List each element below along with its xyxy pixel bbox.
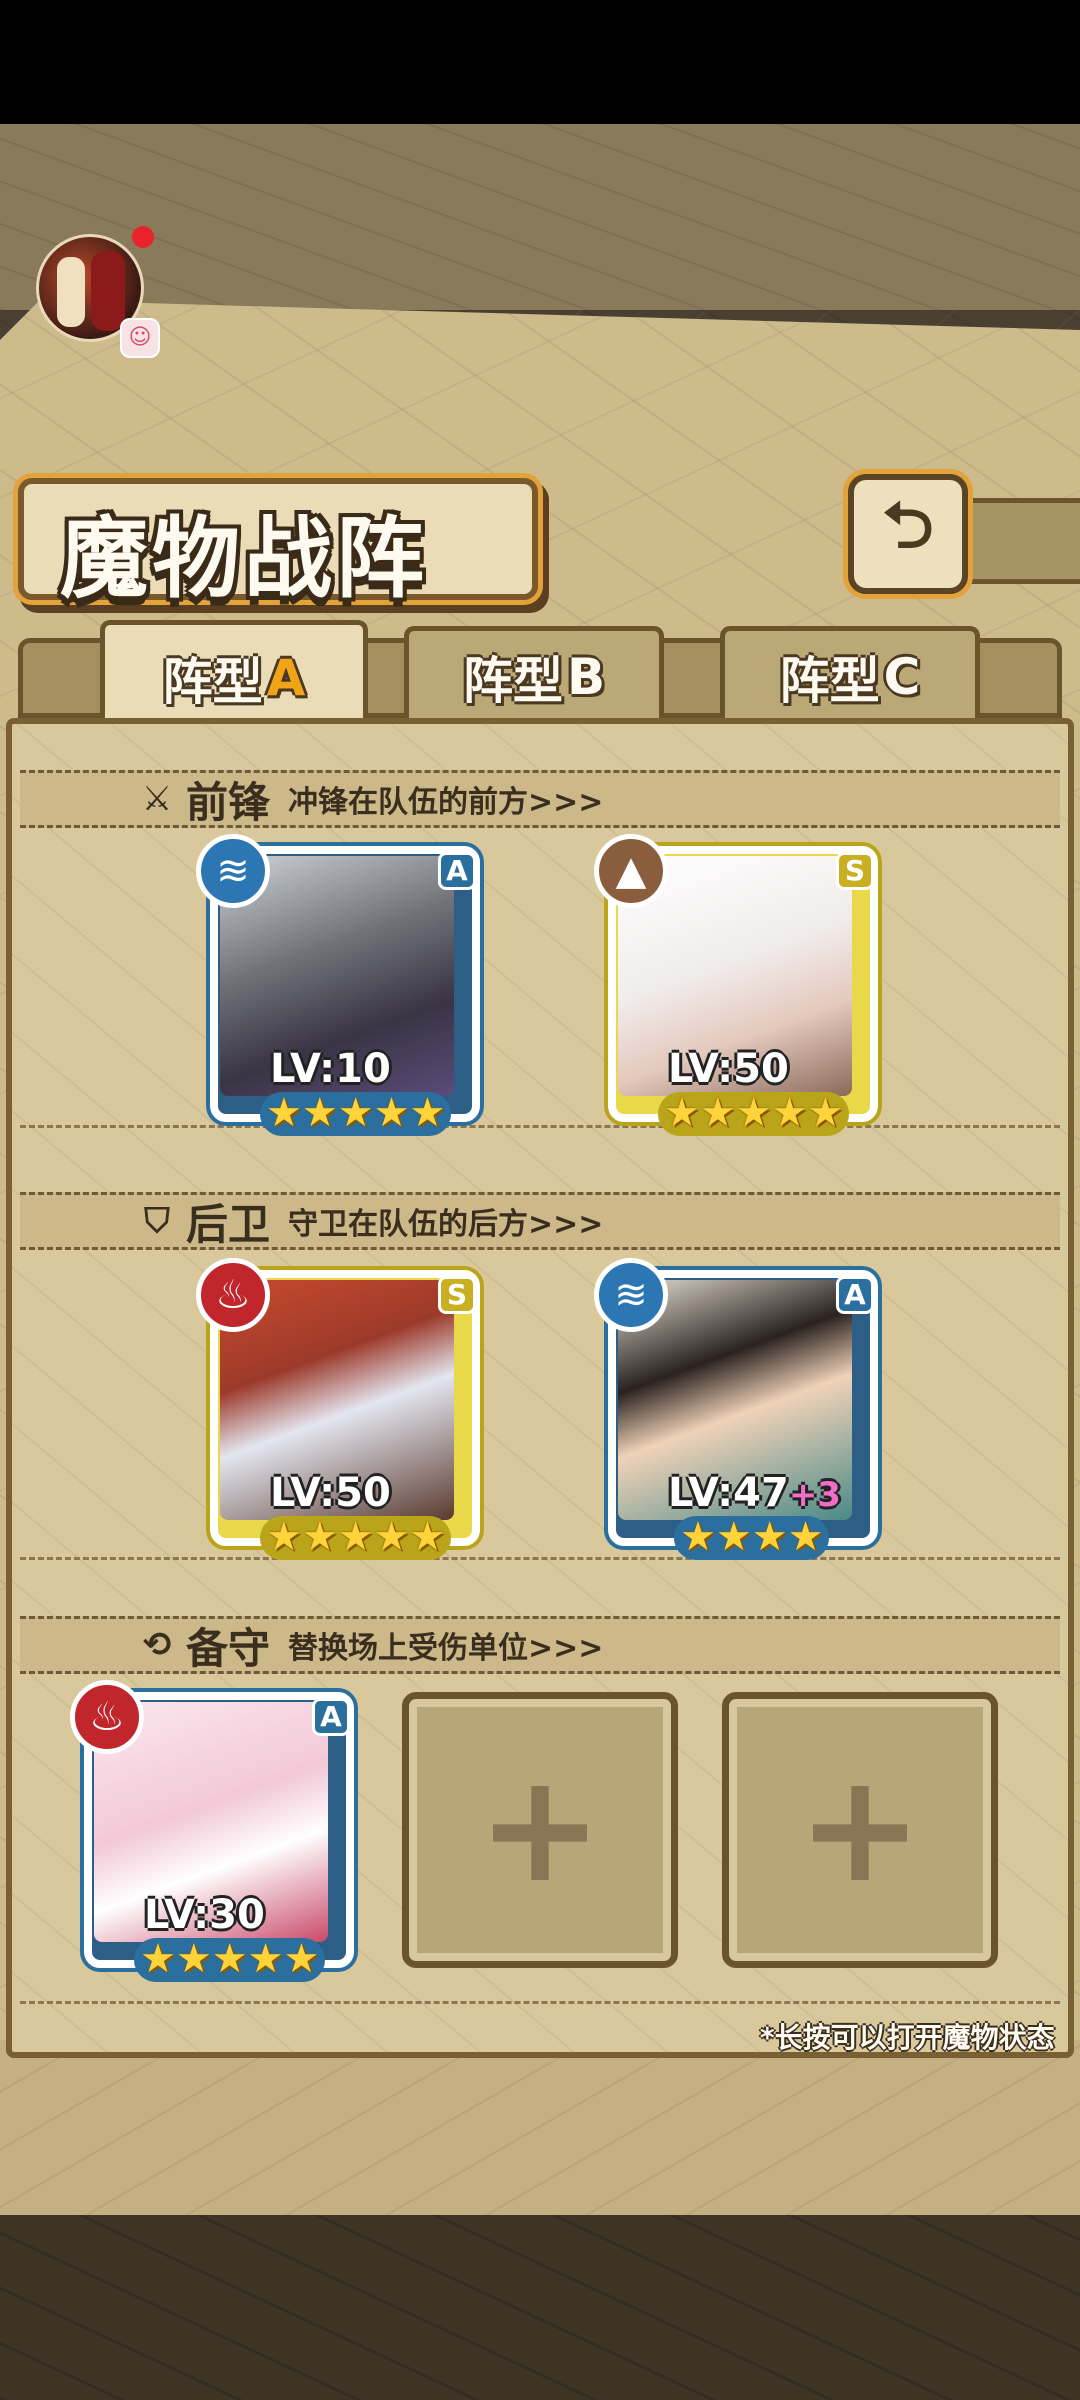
unit-level: LV:47+3 [668,1470,841,1516]
star-icon: ★ [807,1090,844,1136]
star-icon: ★ [680,1514,716,1560]
tab-formation-c[interactable]: 阵型 C [720,626,980,722]
star-icon: ★ [266,1090,302,1136]
unit-level: LV:10 [270,1046,391,1092]
unit-level: LV:30 [144,1892,265,1938]
tab-letter: B [566,647,606,706]
water-element-icon: ≋ [594,1258,668,1332]
star-icon: ★ [211,1936,248,1982]
fire-element-icon: ♨ [196,1258,270,1332]
long-press-hint: *长按可以打开魔物状态 [760,2021,1055,2054]
star-icon: ★ [301,1090,338,1136]
rank-badge: S [438,1276,476,1314]
star-icon: ★ [664,1090,700,1136]
tab-formation-a[interactable]: 阵型 A [100,620,368,730]
unit-card-front-2[interactable]: S ▲ LV:50 ★ ★ ★ ★ ★ [594,834,878,1136]
empty-reserve-slot-2[interactable]: + [402,1692,678,1968]
tab-letter: A [266,648,306,707]
star-icon: ★ [266,1514,302,1560]
tab-label: 阵型 [462,651,563,710]
star-icon: ★ [373,1514,410,1560]
notification-dot [132,226,154,248]
earth-element-icon: ▲ [594,834,668,908]
level-value: LV:47 [668,1470,789,1516]
add-unit-icon: + [797,1742,923,1916]
page-title: 魔物战阵 [60,507,429,610]
unit-level: LV:50 [270,1470,391,1516]
star-icon: ★ [715,1514,752,1560]
water-element-icon: ≋ [196,834,270,908]
bottom-map-strip [0,2215,1080,2400]
star-rating: ★ ★ ★ ★ ★ [134,1936,326,1982]
tab-label: 阵型 [779,651,880,710]
section-header-front: ⚔ 前锋 冲锋在队伍的前方>>> [20,770,1060,828]
panel-footer [0,2040,1080,2220]
star-icon: ★ [247,1936,284,1982]
tab-formation-b[interactable]: 阵型 B [404,626,664,722]
back-arrow-icon: ⮌ [882,489,934,563]
star-icon: ★ [283,1936,320,1982]
rank-badge: S [836,852,874,890]
top-map-strip [0,124,1080,310]
tab-label: 阵型 [162,652,263,711]
star-rating: ★ ★ ★ ★ ★ [260,1514,452,1560]
rank-badge: A [836,1276,874,1314]
section-header-reserve: ⟲ 备守 替换场上受伤单位>>> [20,1616,1060,1674]
star-icon: ★ [409,1090,446,1136]
avatar-figure-left [57,257,85,327]
star-icon: ★ [771,1090,808,1136]
section-title: 备守 [186,1623,271,1673]
front-row [20,828,1060,1128]
empty-reserve-slot-3[interactable]: + [722,1692,998,1968]
fire-element-icon: ♨ [70,1680,144,1754]
star-rating: ★ ★ ★ ★ [674,1514,830,1560]
section-description: 守卫在队伍的后方>>> [288,1207,604,1242]
star-icon: ★ [735,1090,772,1136]
star-rating: ★ ★ ★ ★ ★ [260,1090,452,1136]
unit-level: LV:50 [668,1046,789,1092]
unit-card-rear-2[interactable]: A ≋ LV:47+3 ★ ★ ★ ★ [594,1258,878,1560]
level-bonus: +3 [788,1475,841,1515]
sword-icon: ⚔ [141,779,173,819]
section-description: 冲锋在队伍的前方>>> [288,785,604,820]
star-icon: ★ [751,1514,788,1560]
swap-icon: ⟲ [142,1625,172,1665]
tab-letter: C [883,647,921,706]
unit-card-rear-1[interactable]: S ♨ LV:50 ★ ★ ★ ★ ★ [196,1258,480,1560]
star-icon: ★ [373,1090,410,1136]
star-icon: ★ [787,1514,824,1560]
star-icon: ★ [699,1090,736,1136]
rank-badge: A [438,852,476,890]
rear-row [20,1250,1060,1560]
section-description: 替换场上受伤单位>>> [288,1631,604,1666]
add-unit-icon: + [477,1742,603,1916]
shield-icon: ⛉ [144,1201,170,1241]
rank-badge: A [312,1698,350,1736]
star-icon: ★ [301,1514,338,1560]
star-icon: ★ [140,1936,176,1982]
star-icon: ★ [175,1936,212,1982]
star-icon: ★ [337,1090,374,1136]
section-title: 后卫 [186,1199,271,1249]
avatar-figure-right [91,251,125,331]
chat-bubble-icon[interactable]: ☺ [120,318,160,358]
unit-card-reserve-1[interactable]: A ♨ LV:30 ★ ★ ★ ★ ★ [70,1680,354,1982]
section-title: 前锋 [186,777,271,827]
back-button[interactable]: ⮌ [848,474,968,594]
unit-card-front-1[interactable]: A ≋ LV:10 ★ ★ ★ ★ ★ [196,834,480,1136]
section-header-rear: ⛉ 后卫 守卫在队伍的后方>>> [20,1192,1060,1250]
star-icon: ★ [337,1514,374,1560]
star-rating: ★ ★ ★ ★ ★ [658,1090,850,1136]
star-icon: ★ [409,1514,446,1560]
